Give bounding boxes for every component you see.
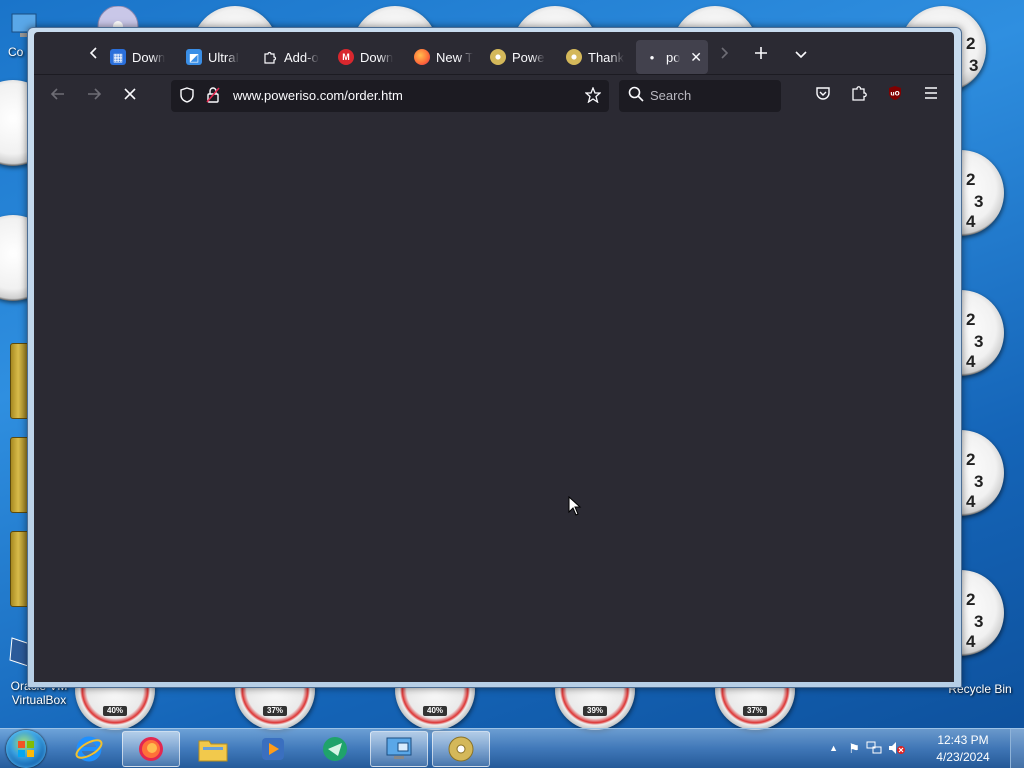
ublock-shield-icon: uO [889,86,901,100]
tab[interactable]: Powe [482,40,558,74]
media-player-icon [262,738,284,760]
show-desktop-button[interactable] [1010,729,1024,768]
mega-icon: M [338,49,354,65]
back-button[interactable] [45,84,71,108]
monitor-icon [386,737,412,759]
taskbar-internet-explorer[interactable] [60,731,118,767]
svg-text:uO: uO [890,91,899,98]
shield-icon[interactable] [180,87,194,106]
search-bar[interactable]: Search [619,80,781,112]
taskbar-file-explorer[interactable] [184,731,242,767]
extensions-button[interactable] [848,85,870,107]
url-text[interactable]: www.poweriso.com/order.htm [233,88,403,103]
green-arrow-app-icon [323,737,347,761]
tab[interactable]: New T [406,40,482,74]
browser-window: ▭ □ ✕ ▦ Down ◩ UltraI Add-o M Down New T [27,27,962,688]
scroll-tabs-left-button[interactable] [84,46,104,66]
taskbar-remote-desktop[interactable] [370,731,428,767]
poweriso-disc-icon [490,49,506,65]
tab[interactable]: Add-o [254,40,330,74]
start-button[interactable] [6,730,46,768]
poweriso-disc-icon [448,736,474,762]
close-icon [124,88,136,100]
ublock-origin-button[interactable]: uO [884,85,906,107]
insecure-lock-icon[interactable] [206,87,220,106]
arrow-left-icon [50,88,64,100]
firefox-icon [414,49,430,65]
scroll-tabs-right-button[interactable] [714,46,734,66]
taskbar-green-app[interactable] [306,731,364,767]
loading-dot-icon: ● [649,52,655,62]
new-tab-button[interactable] [751,46,771,66]
bookmark-star-icon[interactable] [584,86,602,106]
mouse-cursor-icon [568,495,582,521]
network-icon[interactable] [866,741,882,758]
chevron-right-icon [721,47,729,59]
search-placeholder: Search [650,88,692,103]
tab[interactable]: ◩ UltraI [178,40,254,74]
chart-icon: ▦ [110,49,126,65]
forward-button[interactable] [81,84,107,108]
tab-strip: ▦ Down ◩ UltraI Add-o M Down New T Powe … [34,32,954,74]
close-tab-icon[interactable]: ✕ [690,49,702,66]
tab[interactable]: M Down [330,40,406,74]
navigation-toolbar: www.poweriso.com/order.htm Search uO [34,74,954,116]
ultraiso-icon: ◩ [186,49,202,65]
chevron-down-icon [795,51,807,59]
clock-date[interactable]: 4/23/2024 [928,750,998,764]
taskbar-firefox[interactable] [122,731,180,767]
address-bar[interactable]: www.poweriso.com/order.htm [171,80,609,112]
show-hidden-icons-icon[interactable]: ▲ [829,743,838,753]
folder-icon [198,740,228,762]
poweriso-disc-icon [566,49,582,65]
stop-loading-button[interactable] [117,84,143,108]
pocket-icon [816,87,830,100]
volume-muted-icon[interactable] [888,741,906,758]
puzzle-piece-icon [262,49,278,65]
firefox-icon [139,737,163,761]
page-content-area[interactable] [34,116,954,682]
tab[interactable]: ▦ Down [102,40,178,74]
hamburger-menu-icon [925,87,937,99]
plus-icon [755,47,767,59]
taskbar-media-player[interactable] [244,731,302,767]
search-icon [628,86,644,106]
puzzle-piece-icon [852,86,867,101]
arrow-right-icon [88,88,102,100]
tab[interactable]: Thank [558,40,634,74]
tab-active[interactable]: ● po ✕ [636,40,708,74]
list-all-tabs-button[interactable] [791,46,811,66]
internet-explorer-icon [75,736,103,762]
app-menu-button[interactable] [920,85,942,107]
pocket-button[interactable] [812,85,834,107]
chevron-left-icon [89,47,97,59]
taskbar: ▲ ⚑ 12:43 PM 4/23/2024 [0,728,1024,768]
taskbar-poweriso[interactable] [432,731,490,767]
action-center-flag-icon[interactable]: ⚑ [848,741,860,757]
clock-time[interactable]: 12:43 PM [928,733,998,747]
